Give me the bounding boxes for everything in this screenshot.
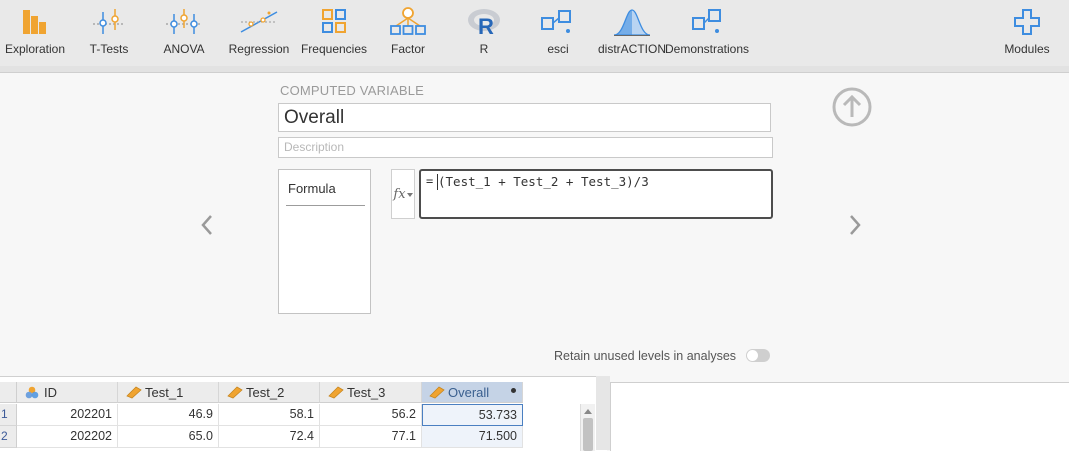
results-panel [610, 382, 1069, 451]
column-name: ID [44, 385, 57, 400]
ribbon-label: Frequencies [300, 42, 368, 56]
formula-text: (Test_1 + Test_2 + Test_3)/3 [438, 174, 649, 189]
ribbon-demonstrations-button[interactable]: Demonstrations [664, 0, 750, 66]
equals-sign: = [426, 174, 434, 188]
fx-icon: fx [393, 186, 406, 202]
ribbon-label: Factor [390, 42, 425, 56]
column-header-test-2[interactable]: Test_2 [219, 382, 320, 403]
ribbon-label: ANOVA [163, 42, 205, 56]
table-cell[interactable]: 202201 [17, 404, 118, 426]
ribbon-modules-button[interactable]: Modules [1000, 0, 1054, 66]
tab-formula[interactable]: Formula [288, 181, 336, 196]
ribbon-t-tests-button[interactable]: T-Tests [82, 0, 136, 66]
next-variable-chevron-icon[interactable] [846, 213, 864, 237]
computed-variable-editor: COMPUTED VARIABLE Overall Description Fo… [0, 73, 1069, 376]
modules-icon [1014, 9, 1040, 35]
column-header-test-1[interactable]: Test_1 [118, 382, 219, 403]
ribbon-label: Exploration [4, 42, 66, 56]
ribbon-r-button[interactable]: R R [458, 0, 510, 66]
frequencies-icon [322, 9, 346, 33]
ribbon-exploration-button[interactable]: Exploration [4, 0, 66, 66]
regression-icon [240, 11, 278, 33]
computed-variable-icon [429, 386, 445, 399]
toggle-knob [747, 350, 758, 361]
data-grid: ID Test_1 Test_2 Test_3 Overall 1 202201… [0, 376, 607, 451]
ribbon-distraction-button[interactable]: distrACTION [598, 0, 667, 66]
ribbon-divider [0, 66, 1069, 73]
collapse-up-arrow-icon[interactable] [831, 86, 873, 128]
tab-underline [286, 205, 365, 206]
ribbon-factor-button[interactable]: Factor [382, 0, 434, 66]
esci-icon [541, 10, 571, 33]
factor-icon [390, 7, 426, 35]
formula-panel: Formula [278, 169, 371, 314]
column-header-overall[interactable]: Overall [422, 382, 523, 403]
ribbon-label: Modules [1004, 42, 1050, 56]
function-picker-button[interactable]: fx [391, 169, 415, 219]
row-number-header [0, 382, 17, 403]
column-header-test-3[interactable]: Test_3 [320, 382, 422, 403]
row-number[interactable]: 1 [0, 404, 17, 426]
table-cell[interactable]: 71.500 [422, 426, 523, 448]
ribbon-label: T-Tests [89, 42, 129, 56]
ribbon-anova-button[interactable]: ANOVA [158, 0, 210, 66]
id-variable-icon [25, 386, 39, 399]
table-cell[interactable]: 46.9 [118, 404, 219, 426]
table-cell[interactable]: 56.2 [320, 404, 422, 426]
ribbon-regression-button[interactable]: Regression [226, 0, 292, 66]
continuous-variable-icon [227, 386, 243, 399]
scrollbar-thumb[interactable] [583, 418, 593, 451]
svg-text:R: R [478, 14, 494, 38]
section-title: COMPUTED VARIABLE [280, 83, 425, 98]
table-cell-selected[interactable]: 53.733 [422, 404, 523, 426]
column-name: Test_3 [347, 385, 386, 400]
row-number[interactable]: 2 [0, 426, 17, 448]
computed-indicator-dot [511, 388, 516, 393]
ribbon-label: esci [547, 42, 569, 56]
vertical-scrollbar[interactable] [580, 404, 595, 451]
ribbon-frequencies-button[interactable]: Frequencies [298, 0, 370, 66]
variable-name-input[interactable]: Overall [278, 103, 771, 132]
formula-input[interactable]: = (Test_1 + Test_2 + Test_3)/3 [419, 169, 773, 219]
retain-levels-label: Retain unused levels in analyses [554, 349, 737, 363]
previous-variable-chevron-icon[interactable] [198, 213, 216, 237]
scroll-up-arrow-icon[interactable] [584, 408, 592, 414]
table-cell[interactable]: 65.0 [118, 426, 219, 448]
continuous-variable-icon [328, 386, 344, 399]
ribbon-label: Regression [228, 42, 290, 56]
column-name: Test_2 [246, 385, 285, 400]
continuous-variable-icon [126, 386, 142, 399]
ribbon: Exploration T-Tests ANOVA Regression Fre… [0, 0, 1069, 67]
ribbon-label: distrACTION [598, 42, 667, 56]
table-cell[interactable]: 58.1 [219, 404, 320, 426]
r-icon: R [468, 9, 500, 38]
description-input[interactable]: Description [278, 137, 773, 158]
table-cell[interactable]: 72.4 [219, 426, 320, 448]
dropdown-arrow-icon [406, 193, 413, 197]
anova-icon [166, 9, 202, 34]
ribbon-esci-button[interactable]: esci [532, 0, 584, 66]
distraction-icon [613, 9, 651, 36]
table-cell[interactable]: 77.1 [320, 426, 422, 448]
table-cell[interactable]: 202202 [17, 426, 118, 448]
panel-splitter[interactable] [596, 376, 610, 450]
exploration-icon [23, 10, 46, 34]
column-name: Test_1 [145, 385, 184, 400]
ribbon-label: R [479, 42, 489, 56]
column-name: Overall [448, 385, 490, 400]
ribbon-label: Demonstrations [664, 42, 750, 56]
column-header-id[interactable]: ID [17, 382, 118, 403]
retain-levels-toggle[interactable] [746, 349, 770, 362]
t-tests-icon [93, 9, 125, 34]
demonstrations-icon [692, 9, 721, 33]
